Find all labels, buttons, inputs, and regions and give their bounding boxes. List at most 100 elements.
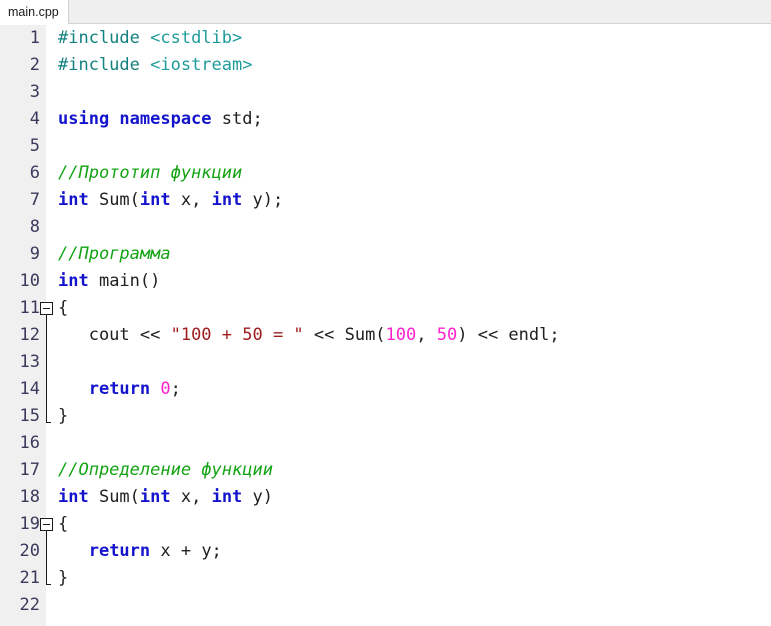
token-kw: int <box>139 487 171 507</box>
token-plain: Sum( <box>88 487 140 507</box>
code-line[interactable]: 18 int Sum(int x, int y) <box>0 484 771 511</box>
fold-cell-empty <box>40 430 55 457</box>
fold-cell-empty <box>40 457 55 484</box>
token-plain: main() <box>88 271 161 291</box>
token-kw: int <box>211 487 243 507</box>
token-plain: , <box>416 325 437 345</box>
fold-cell-empty <box>40 25 55 52</box>
fold-guide-line <box>40 322 55 349</box>
fold-cell-empty <box>40 484 55 511</box>
code-text[interactable]: } <box>55 403 771 430</box>
code-line[interactable]: 17 //Определение функции <box>0 457 771 484</box>
token-pre: #include <box>58 55 151 75</box>
code-line[interactable]: 20 return x + y; <box>0 538 771 565</box>
token-kw: int <box>211 190 243 210</box>
editor-tab-bar: main.cpp <box>0 0 771 24</box>
fold-cell-empty <box>40 214 55 241</box>
code-line[interactable]: 13 <box>0 349 771 376</box>
fold-cell-empty <box>40 241 55 268</box>
line-number: 4 <box>29 109 40 129</box>
code-text[interactable]: { <box>55 511 771 538</box>
token-plain: << Sum( <box>303 325 386 345</box>
line-number: 8 <box>29 217 40 237</box>
fold-guide-line <box>40 349 55 376</box>
line-number: 20 <box>19 541 40 561</box>
code-line[interactable]: 2 #include <iostream> <box>0 52 771 79</box>
code-text[interactable]: } <box>55 565 771 592</box>
code-text[interactable]: cout << "100 + 50 = " << Sum(100, 50) <<… <box>55 322 771 349</box>
line-number: 11 <box>19 298 40 318</box>
line-number: 12 <box>19 325 40 345</box>
code-line[interactable]: 12 cout << "100 + 50 = " << Sum(100, 50)… <box>0 322 771 349</box>
token-num: 100 <box>385 325 417 345</box>
line-number: 15 <box>19 406 40 426</box>
token-plain: x, <box>170 487 212 507</box>
code-text[interactable]: #include <cstdlib> <box>55 25 771 52</box>
code-line[interactable]: 7 int Sum(int x, int y); <box>0 187 771 214</box>
token-plain: ; <box>170 379 181 399</box>
line-number: 3 <box>29 82 40 102</box>
fold-cell-empty <box>40 79 55 106</box>
code-text[interactable]: //Прототип функции <box>55 160 771 187</box>
code-line[interactable]: 22 <box>0 592 771 619</box>
code-line[interactable]: 16 <box>0 430 771 457</box>
code-line[interactable]: 4 using namespace std; <box>0 106 771 133</box>
code-line[interactable]: 1 #include <cstdlib> <box>0 25 771 52</box>
code-editor-window: main.cpp 1 #include <cstdlib> 2 #include <i… <box>0 0 771 626</box>
token-cmt: //Программа <box>58 244 171 264</box>
code-line[interactable]: 3 <box>0 79 771 106</box>
code-text[interactable]: { <box>55 295 771 322</box>
token-plain: x, <box>170 190 212 210</box>
code-text[interactable]: int main() <box>55 268 771 295</box>
token-cmt: //Прототип функции <box>58 163 243 183</box>
code-text[interactable]: int Sum(int x, int y); <box>55 187 771 214</box>
code-text[interactable]: //Программа <box>55 241 771 268</box>
fold-toggle-icon[interactable] <box>40 295 55 322</box>
fold-guide-line <box>40 538 55 565</box>
code-line[interactable]: 11 { <box>0 295 771 322</box>
fold-end-marker <box>40 565 55 592</box>
code-text[interactable]: int Sum(int x, int y) <box>55 484 771 511</box>
code-text[interactable]: using namespace std; <box>55 106 771 133</box>
code-line[interactable]: 9 //Программа <box>0 241 771 268</box>
line-number: 1 <box>29 28 40 48</box>
tab-main-cpp[interactable]: main.cpp <box>0 0 69 24</box>
fold-cell-empty <box>40 160 55 187</box>
code-line[interactable]: 8 <box>0 214 771 241</box>
token-kw: return <box>88 541 151 561</box>
code-lines-container: 1 #include <cstdlib> 2 #include <iostream> 3… <box>0 25 771 619</box>
line-number: 2 <box>29 55 40 75</box>
token-hdr: <cstdlib> <box>150 28 243 48</box>
line-number: 5 <box>29 136 40 156</box>
code-line[interactable]: 6 //Прототип функции <box>0 160 771 187</box>
token-brace: { <box>58 298 69 318</box>
token-str: "100 + 50 = " <box>170 325 304 345</box>
fold-toggle-icon[interactable] <box>40 511 55 538</box>
token-kw: using namespace <box>58 109 212 129</box>
token-plain: ) << endl; <box>457 325 560 345</box>
code-line[interactable]: 21} <box>0 565 771 592</box>
line-number: 17 <box>19 460 40 480</box>
token-brace: { <box>58 514 69 534</box>
code-text[interactable]: //Определение функции <box>55 457 771 484</box>
code-line[interactable]: 19 { <box>0 511 771 538</box>
code-line[interactable]: 5 <box>0 133 771 160</box>
line-number: 14 <box>19 379 40 399</box>
code-line[interactable]: 14 return 0; <box>0 376 771 403</box>
code-text[interactable]: #include <iostream> <box>55 52 771 79</box>
token-num: 50 <box>436 325 458 345</box>
code-line[interactable]: 10 int main() <box>0 268 771 295</box>
editor-surface[interactable]: 1 #include <cstdlib> 2 #include <iostream> 3… <box>0 25 771 626</box>
code-line[interactable]: 15} <box>0 403 771 430</box>
code-text[interactable]: return x + y; <box>55 538 771 565</box>
token-kw: int <box>58 487 89 507</box>
token-kw: int <box>139 190 171 210</box>
fold-cell-empty <box>40 268 55 295</box>
token-kw: int <box>58 271 89 291</box>
line-number: 18 <box>19 487 40 507</box>
token-plain: y) <box>242 487 274 507</box>
code-text[interactable]: return 0; <box>55 376 771 403</box>
token-kw: int <box>58 190 89 210</box>
token-hdr: <iostream> <box>150 55 253 75</box>
line-number: 21 <box>19 568 40 588</box>
